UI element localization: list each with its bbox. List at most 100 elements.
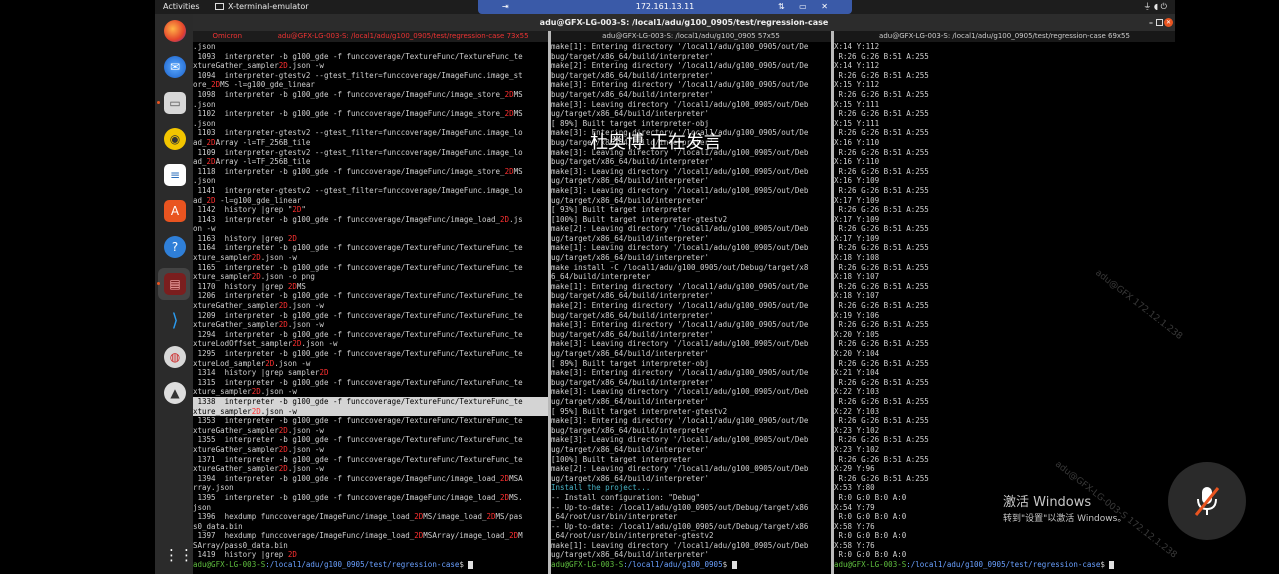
terminal-line: xtureGather_sampler2D.json -w [193, 425, 324, 435]
terminal-line: X:16 Y:109 [834, 176, 880, 186]
session-tag: Omicron [212, 32, 243, 40]
pin-icon[interactable]: ⇥ [502, 0, 509, 14]
activities-button[interactable]: Activities [163, 0, 200, 14]
window-titlebar[interactable]: adu@GFX-LG-003-S: /local1/adu/g100_0905/… [193, 14, 1175, 31]
rhythmbox-icon[interactable]: ◉ [164, 128, 186, 150]
terminal-line: 1164 interpreter -b g100_gde -f funccove… [193, 243, 523, 253]
activate-windows-watermark: 激活 Windows 转到"设置"以激活 Windows。 [1003, 491, 1126, 524]
prompt-path: :/local1/adu/g100_0905/test/regression-c… [265, 560, 460, 570]
terminal-line: .json [193, 118, 216, 128]
thunderbird-icon[interactable]: ✉ [164, 56, 186, 78]
terminal-line: R:26 G:26 B:51 A:255 [834, 51, 929, 61]
remote-controls[interactable]: ⇅ ▭ ✕ [778, 0, 834, 14]
terminal-line: 1394 interpreter -b g100_gde -f funccove… [193, 473, 523, 483]
remote-session-bar[interactable]: ⇥ 172.161.13.11 ⇅ ▭ ✕ [478, 0, 852, 14]
terminal-output: X:14 Y:112 R:26 G:26 B:51 A:255 X:14 Y:11… [834, 42, 1175, 560]
alpine-icon[interactable]: ▲ [164, 382, 186, 404]
terminal-output: make[1]: Entering directory '/local1/adu… [551, 42, 831, 560]
terminal-line: R:26 G:26 B:51 A:255 [834, 320, 929, 330]
terminal-line: json [193, 502, 212, 512]
terminal-line: 1355 interpreter -b g100_gde -f funccove… [193, 435, 523, 445]
terminal-line: make[1]: Entering directory '/local1/adu… [551, 42, 809, 51]
close-button[interactable]: ✕ [1164, 18, 1173, 27]
files-icon[interactable]: ▭ [164, 92, 186, 114]
terminal-line: [ 89%] Built target interpreter-obj [551, 358, 710, 368]
terminal-line: bug/target/x86_64/build/interpreter' [551, 51, 714, 61]
shell-prompt[interactable]: adu@GFX-LG-003-S:/local1/adu/g100_0905$ [551, 560, 831, 570]
terminal-line: 1094 interpreter-gtestv2 --gtest_filter=… [193, 70, 523, 80]
terminal-line: X:15 Y:111 [834, 99, 880, 109]
terminal-pane-left[interactable]: Omicron adu@GFX-LG-003-S: /local1/adu/g1… [193, 31, 548, 574]
software-icon[interactable]: A [164, 200, 186, 222]
terminal-line: bug/target/x86_64/build/interpreter' [551, 425, 714, 435]
terminal-line: R:26 G:26 B:51 A:255 [834, 262, 929, 272]
terminal-line: -- Up-to-date: /local1/adu/g100_0905/out… [551, 521, 809, 531]
terminal-line: X:17 Y:109 [834, 214, 880, 224]
terminal-line: X:20 Y:105 [834, 329, 880, 339]
terminal-line: 1142 history |grep "2D" [193, 205, 306, 215]
terminal-line: make install -C /local1/adu/g100_0905/ou… [551, 262, 809, 272]
writer-icon[interactable]: ≡ [164, 164, 186, 186]
prompt-path: :/local1/adu/g100_0905 [623, 560, 723, 570]
terminal-line: bug/target/x86_64/build/interpreter' [551, 70, 714, 80]
firefox-icon[interactable] [164, 20, 186, 42]
terminal-line: ug/target/x86_64/build/interpreter' [551, 109, 710, 119]
terminal-line: make[3]: Leaving directory '/local1/adu/… [551, 339, 809, 349]
terminal-line: 1209 interpreter -b g100_gde -f funccove… [193, 310, 523, 320]
terminal-line: xtureGather_sampler2D.json -w [193, 444, 324, 454]
terminal-line: make[3]: Leaving directory '/local1/adu/… [551, 99, 809, 109]
help-icon[interactable]: ? [164, 236, 186, 258]
terminal-line: X:14 Y:112 [834, 61, 880, 71]
terminal-line: .json [193, 99, 216, 109]
terminal-line: 1143 interpreter -b g100_gde -f funccove… [193, 214, 523, 224]
terminal-line: _64/root/usr/bin/interpreter-gtestv2 [551, 531, 714, 541]
system-tray[interactable]: ⏚ ◖ ⏻ [1143, 0, 1167, 14]
terminal-line: make[3]: Leaving directory '/local1/adu/… [551, 185, 809, 195]
terminal-line: make[1]: Leaving directory '/local1/adu/… [551, 540, 809, 550]
terminal-line: xtureGather_sampler2D.json -w [193, 320, 324, 330]
app-menu[interactable]: X-terminal-emulator [215, 0, 309, 14]
mute-mic-button[interactable] [1168, 462, 1246, 540]
terminal-line: X:22 Y:103 [834, 387, 880, 397]
terminal-line: R:26 G:26 B:51 A:255 [834, 89, 929, 99]
pane-header: adu@GFX-LG-003-S: /local1/adu/g100_0905 … [551, 31, 831, 42]
terminal-line: 1338 interpreter -b g100_gde -f funccove… [193, 396, 548, 407]
prompt-symbol: $ [722, 560, 732, 570]
terminal-line: X:23 Y:102 [834, 444, 880, 454]
terminal-line: rray.json [193, 483, 234, 493]
terminal-line: Install the project... [551, 483, 651, 493]
terminal-line: ad_2D -l=g100_gde_linear [193, 195, 302, 205]
terminal-line: xture_sampler2D.json -o png [193, 272, 315, 282]
prompt-symbol: $ [1100, 560, 1110, 570]
terminal-line: X:15 Y:111 [834, 118, 880, 128]
terminal-line: [ 95%] Built target interpreter-gtestv2 [551, 406, 728, 416]
terminal-line: 1093 interpreter -b g100_gde -f funccove… [193, 51, 523, 61]
apps-grid-icon[interactable]: ⋮⋮⋮ [164, 544, 209, 566]
terminal-line: R:26 G:26 B:51 A:255 [834, 205, 929, 215]
terminal-line: X:29 Y:96 [834, 464, 875, 474]
minimize-button[interactable]: – [1149, 14, 1153, 31]
shell-prompt[interactable]: adu@GFX-LG-003-S:/local1/adu/g100_0905/t… [193, 560, 548, 570]
maximize-button[interactable] [1156, 19, 1163, 26]
terminal-line: [100%] Built target interpreter-gtestv2 [551, 214, 728, 224]
terminal-pane-middle[interactable]: adu@GFX-LG-003-S: /local1/adu/g100_0905 … [551, 31, 831, 574]
terminal-line: 1170 history |grep 2DMS [193, 281, 306, 291]
terminal-line: make[3]: Entering directory '/local1/adu… [551, 80, 809, 90]
screenshot-icon[interactable]: ◍ [164, 346, 186, 368]
terminal-line: X:23 Y:102 [834, 425, 880, 435]
terminal-line: R:26 G:26 B:51 A:255 [834, 243, 929, 253]
terminal-line: xture_sampler2D.json -w [193, 387, 297, 397]
terminal-line: bug/target/x86_64/build/interpreter' [551, 329, 714, 339]
terminal-line: SArray/pass0_data.bin [193, 540, 288, 550]
shell-prompt[interactable]: adu@GFX-LG-003-S:/local1/adu/g100_0905/t… [834, 560, 1175, 570]
vscode-icon[interactable]: ⟩ [164, 310, 186, 332]
prompt-path: :/local1/adu/g100_0905/test/regression-c… [906, 560, 1101, 570]
terminal-line: 6_64/build/interpreter [551, 272, 651, 282]
terminal-line: ad_2DArray -l=TF_256B_tile [193, 157, 311, 167]
terminal-line: bug/target/x86_64/build/interpreter' [551, 291, 714, 301]
remote-address: 172.161.13.11 [635, 2, 695, 11]
terminal-icon[interactable]: ▤ [164, 273, 186, 295]
terminal-line: R:0 G:0 B:0 A:0 [834, 550, 907, 560]
terminal-line: 1314 history |grep sampler2D [193, 368, 329, 378]
prompt-user: adu@GFX-LG-003-S [551, 560, 624, 570]
